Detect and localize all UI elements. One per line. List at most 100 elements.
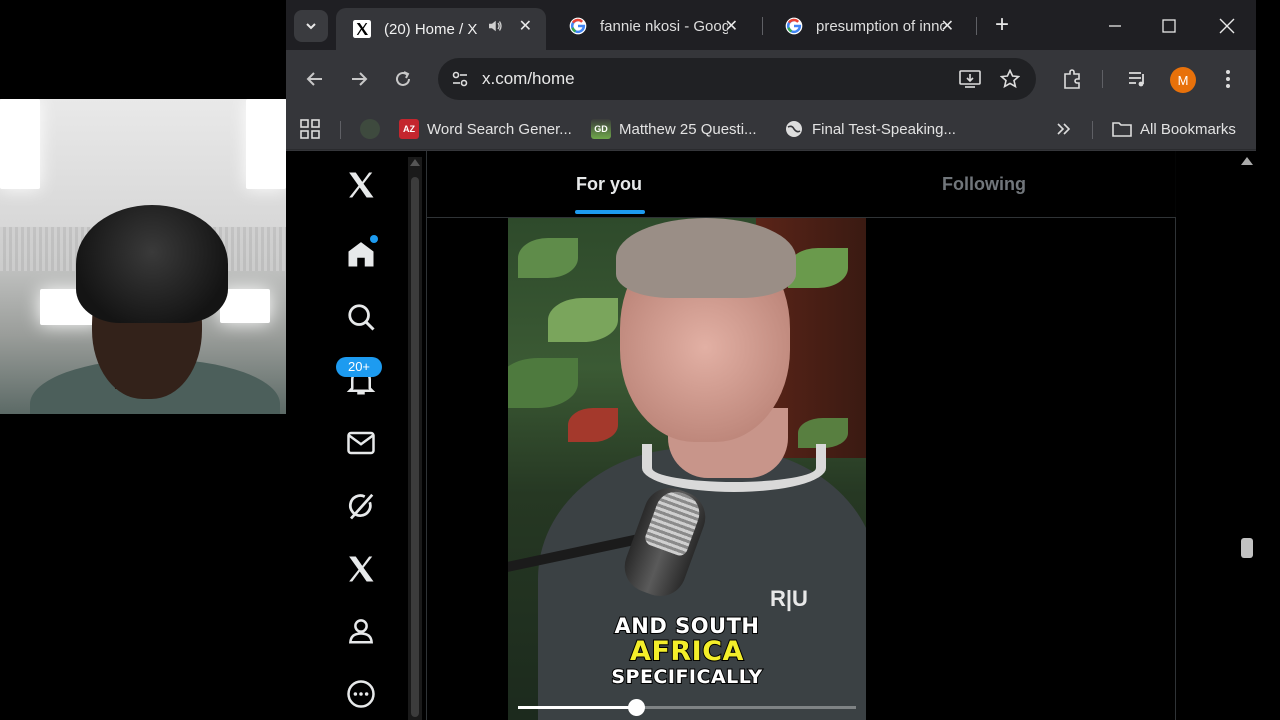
- gd-icon: GD: [591, 119, 611, 139]
- more-icon[interactable]: [344, 677, 378, 711]
- minimize-button[interactable]: [1100, 12, 1130, 40]
- video-progress-fill: [518, 706, 637, 709]
- person-beanie: [76, 205, 228, 323]
- x-logo-icon[interactable]: [344, 168, 378, 202]
- tab-google-search-2[interactable]: presumption of innocence - Google Search…: [768, 8, 968, 44]
- maximize-icon: [1162, 19, 1176, 33]
- tab-x-home[interactable]: (20) Home / X ✕: [336, 8, 546, 50]
- bookmark-word-search[interactable]: AZ Word Search Gener...: [399, 117, 572, 141]
- profile-icon[interactable]: [344, 614, 378, 648]
- page-scrollbar[interactable]: [1238, 153, 1256, 720]
- close-tab-icon[interactable]: ✕: [941, 16, 954, 36]
- all-bookmarks-label: All Bookmarks: [1140, 120, 1236, 138]
- webcam-overlay: [0, 99, 286, 414]
- tab-for-you[interactable]: For you: [576, 174, 642, 195]
- globe-icon: [784, 119, 804, 139]
- plant-leaf: [568, 408, 618, 442]
- bookmark-final-test[interactable]: Final Test-Speaking...: [784, 117, 956, 141]
- caption-line-3: SPECIFICALLY: [610, 665, 763, 689]
- install-app-icon[interactable]: [958, 68, 982, 90]
- folder-icon: [1112, 119, 1132, 139]
- close-icon: [1219, 18, 1235, 34]
- x-page: 20+ For you Following R|U AND SOUTH AFRI…: [286, 151, 1256, 720]
- bookmark-separator: [340, 121, 341, 139]
- chevron-down-icon: [306, 23, 316, 30]
- browser-window: (20) Home / X ✕ fannie nkosi - Google Se…: [286, 0, 1256, 720]
- tab-strip: (20) Home / X ✕ fannie nkosi - Google Se…: [286, 0, 1256, 50]
- tab-google-search-1[interactable]: fannie nkosi - Google Search ✕: [552, 8, 752, 44]
- url-text[interactable]: x.com/home: [482, 69, 575, 89]
- bookmark-label: Matthew 25 Questi...: [619, 120, 757, 138]
- reload-button[interactable]: [388, 64, 418, 94]
- minimize-icon: [1109, 25, 1121, 27]
- bookmark-label: Word Search Gener...: [427, 120, 572, 138]
- screen-edge: [1256, 0, 1280, 720]
- maximize-button[interactable]: [1154, 12, 1184, 40]
- caption-line-2: AFRICA: [629, 635, 744, 668]
- back-button[interactable]: [300, 64, 330, 94]
- premium-icon[interactable]: [344, 552, 378, 586]
- person-hair: [616, 218, 796, 298]
- site-info-icon[interactable]: [448, 68, 472, 90]
- apps-grid-icon[interactable]: [300, 117, 320, 141]
- reload-icon: [396, 71, 410, 86]
- tab-search-button[interactable]: [294, 10, 328, 42]
- bookmark-matthew-25[interactable]: GD Matthew 25 Questi...: [591, 117, 757, 141]
- speaker-icon[interactable]: [486, 17, 504, 39]
- az-icon: AZ: [399, 119, 419, 139]
- google-icon: [568, 16, 588, 36]
- shirt-collar: [642, 444, 826, 492]
- shirt-logo: R|U: [770, 586, 808, 611]
- notifications-badge: 20+: [336, 357, 382, 377]
- double-chevron-right-icon: [1057, 123, 1071, 135]
- timeline-tabs: For you Following: [427, 151, 1176, 218]
- close-tab-icon[interactable]: ✕: [725, 16, 738, 36]
- menu-kebab-icon[interactable]: [1215, 66, 1241, 92]
- plant-leaf: [518, 238, 578, 278]
- google-icon: [784, 16, 804, 36]
- close-window-button[interactable]: [1212, 12, 1242, 40]
- forward-arrow-icon: [352, 72, 368, 86]
- extensions-icon[interactable]: [1059, 66, 1085, 92]
- close-tab-icon[interactable]: ✕: [519, 16, 532, 36]
- timeline: For you Following R|U AND SOUTH AFRICA S…: [426, 151, 1176, 720]
- scroll-up-arrow-icon[interactable]: [410, 159, 420, 166]
- x-logo-icon: [352, 19, 372, 39]
- scrollbar-thumb[interactable]: [1241, 538, 1253, 558]
- address-bar[interactable]: x.com/home: [438, 58, 1036, 100]
- video-progress-bar[interactable]: [518, 699, 856, 716]
- bookmark-star-icon[interactable]: [998, 68, 1022, 90]
- tab-separator: [762, 17, 763, 35]
- grok-icon[interactable]: [344, 489, 378, 523]
- navigation-toolbar: x.com/home: [286, 50, 1256, 108]
- plant-leaf: [788, 248, 848, 288]
- bookmark-blank-icon[interactable]: [360, 117, 388, 141]
- home-notification-dot: [370, 235, 378, 243]
- scroll-up-arrow-icon[interactable]: [1241, 157, 1253, 165]
- ceiling-light: [246, 99, 286, 189]
- active-tab-indicator: [575, 210, 645, 214]
- all-bookmarks-button[interactable]: All Bookmarks: [1112, 117, 1236, 141]
- new-tab-button[interactable]: +: [988, 12, 1016, 40]
- profile-avatar[interactable]: M: [1170, 67, 1196, 93]
- ceiling-light: [220, 289, 270, 323]
- tab-separator: [976, 17, 977, 35]
- explore-icon[interactable]: [344, 300, 378, 334]
- sidebar-scrollbar[interactable]: [408, 157, 422, 720]
- more-bookmarks-button[interactable]: [1056, 117, 1072, 141]
- tab-following[interactable]: Following: [942, 174, 1026, 195]
- video-player[interactable]: R|U AND SOUTH AFRICA SPECIFICALLY: [508, 218, 866, 720]
- forward-button[interactable]: [344, 64, 374, 94]
- tab-title: presumption of innocence - Google Search: [816, 17, 944, 35]
- bookmarks-bar: AZ Word Search Gener... GD Matthew 25 Qu…: [286, 108, 1256, 150]
- plant-leaf: [508, 358, 578, 408]
- caption-line-1: AND SOUTH: [614, 613, 761, 639]
- plant-leaf: [548, 298, 618, 342]
- screen: (20) Home / X ✕ fannie nkosi - Google Se…: [0, 0, 1280, 720]
- scrollbar-thumb[interactable]: [411, 177, 419, 717]
- tab-title: fannie nkosi - Google Search: [600, 17, 728, 35]
- toolbar-separator: [1102, 70, 1103, 88]
- messages-icon[interactable]: [344, 426, 378, 460]
- bookmark-label: Final Test-Speaking...: [812, 120, 956, 138]
- media-controls-icon[interactable]: [1124, 66, 1150, 92]
